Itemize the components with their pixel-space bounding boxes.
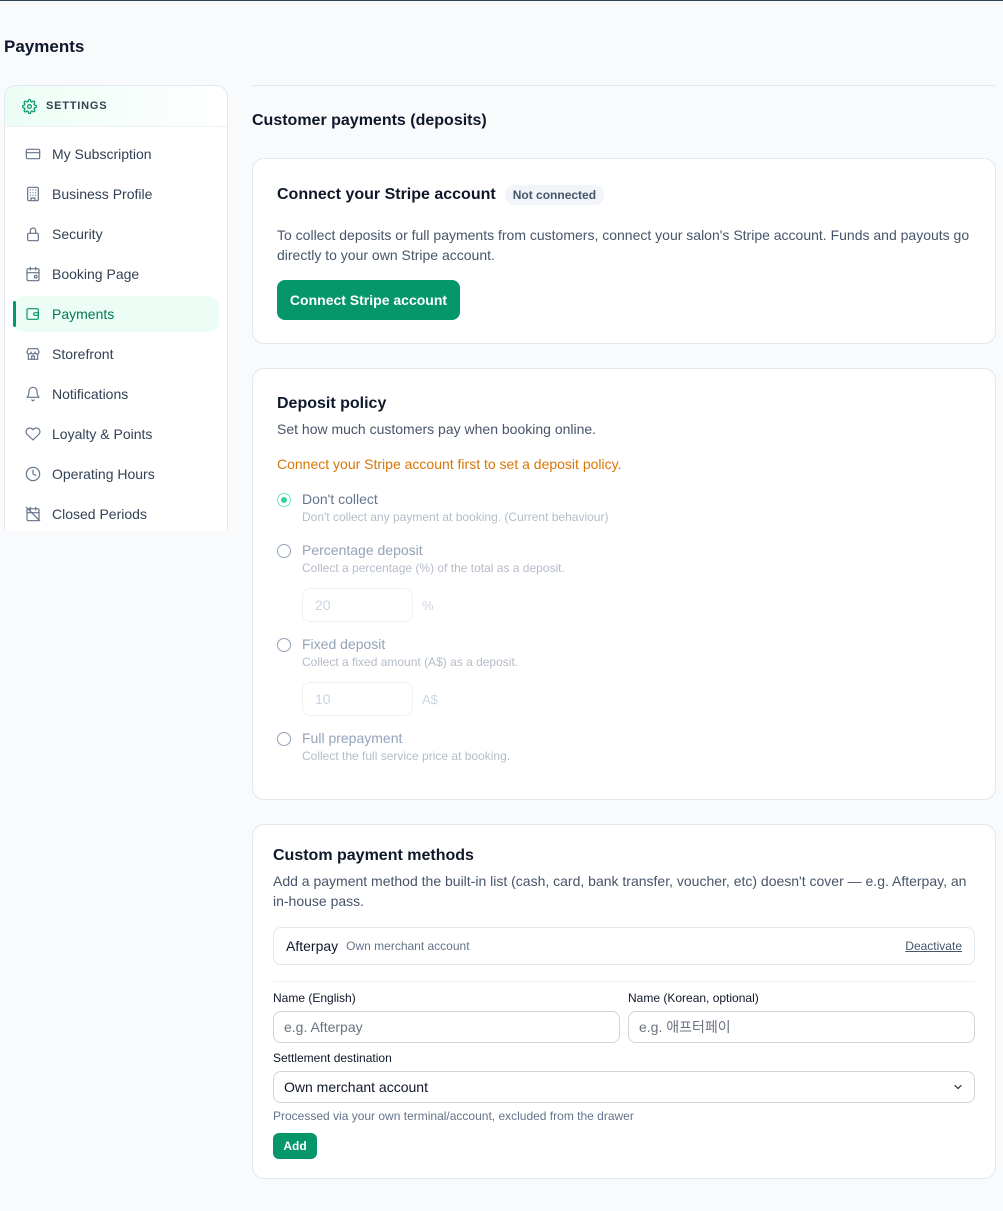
sidebar-item-label: Payments bbox=[52, 306, 115, 322]
deposit-card-title: Deposit policy bbox=[277, 395, 387, 412]
deposit-warning: Connect your Stripe account first to set… bbox=[277, 456, 622, 472]
connect-stripe-button[interactable]: Connect Stripe account bbox=[277, 280, 460, 320]
section-title: Customer payments (deposits) bbox=[252, 112, 487, 129]
radio-fixed-deposit[interactable] bbox=[277, 638, 291, 652]
custom-card-title: Custom payment methods bbox=[273, 847, 474, 864]
sidebar-item-my-subscription[interactable]: My Subscription bbox=[13, 136, 219, 172]
calendar-off-icon bbox=[25, 506, 41, 522]
percentage-unit: % bbox=[422, 597, 434, 613]
calendar-icon bbox=[25, 266, 41, 282]
settings-sidebar: SETTINGS My Subscription Business Profil… bbox=[4, 85, 228, 531]
sidebar-item-label: Operating Hours bbox=[52, 466, 155, 482]
name-fields-row: Name (English) Name (Korean, optional) bbox=[273, 991, 975, 1043]
fixed-amount-unit: A$ bbox=[422, 691, 438, 707]
deposit-subtitle: Set how much customers pay when booking … bbox=[277, 421, 597, 437]
sidebar-item-storefront[interactable]: Storefront bbox=[13, 336, 219, 372]
method-destination: Own merchant account bbox=[346, 939, 470, 953]
sidebar-item-loyalty-points[interactable]: Loyalty & Points bbox=[13, 416, 219, 452]
name-korean-input[interactable] bbox=[628, 1011, 975, 1043]
deactivate-link[interactable]: Deactivate bbox=[905, 939, 962, 953]
sidebar-item-label: Security bbox=[52, 226, 103, 242]
option-label: Don't collect bbox=[302, 491, 378, 507]
settlement-helper-text: Processed via your own terminal/account,… bbox=[273, 1109, 634, 1123]
method-name: Afterpay bbox=[286, 938, 339, 954]
option-description: Collect the full service price at bookin… bbox=[302, 749, 511, 763]
radio-full-prepayment[interactable] bbox=[277, 732, 291, 746]
store-icon bbox=[25, 346, 41, 362]
building-icon bbox=[25, 186, 41, 202]
radio-dont-collect[interactable] bbox=[277, 493, 291, 507]
clock-icon bbox=[25, 466, 41, 482]
settlement-select[interactable]: Own merchant account bbox=[273, 1071, 975, 1103]
top-border bbox=[0, 0, 1003, 1]
option-full-prepayment[interactable]: Full prepayment Collect the full service… bbox=[277, 730, 971, 763]
gear-icon bbox=[22, 98, 37, 114]
add-button[interactable]: Add bbox=[273, 1133, 317, 1159]
fixed-amount-input[interactable]: 10 bbox=[302, 682, 413, 716]
option-percentage-deposit[interactable]: Percentage deposit Collect a percentage … bbox=[277, 542, 971, 575]
stripe-card-title: Connect your Stripe account bbox=[277, 186, 496, 203]
name-english-label: Name (English) bbox=[273, 991, 356, 1005]
option-description: Don't collect any payment at booking. (C… bbox=[302, 510, 609, 524]
percentage-input[interactable]: 20 bbox=[302, 588, 413, 622]
sidebar-header-label: SETTINGS bbox=[46, 100, 108, 112]
bell-icon bbox=[25, 386, 41, 402]
sidebar-item-label: My Subscription bbox=[52, 146, 152, 162]
deposit-policy-card: Deposit policy Set how much customers pa… bbox=[252, 368, 996, 800]
chevron-down-icon bbox=[952, 1081, 964, 1093]
section-divider bbox=[252, 85, 995, 86]
heart-icon bbox=[25, 426, 41, 442]
sidebar-item-business-profile[interactable]: Business Profile bbox=[13, 176, 219, 212]
payment-method-row: Afterpay Own merchant account Deactivate bbox=[273, 927, 975, 965]
option-description: Collect a percentage (%) of the total as… bbox=[302, 561, 565, 575]
sidebar-item-label: Storefront bbox=[52, 346, 114, 362]
option-label: Full prepayment bbox=[302, 730, 403, 746]
sidebar-item-closed-periods[interactable]: Closed Periods bbox=[13, 496, 219, 532]
custom-payment-methods-card: Custom payment methods Add a payment met… bbox=[252, 824, 996, 1179]
sidebar-item-label: Loyalty & Points bbox=[52, 426, 153, 442]
fixed-amount-row: 10 A$ bbox=[302, 682, 971, 716]
sidebar-header: SETTINGS bbox=[5, 86, 227, 127]
sidebar-item-label: Closed Periods bbox=[52, 506, 147, 522]
sidebar-item-label: Notifications bbox=[52, 386, 129, 402]
sidebar-item-security[interactable]: Security bbox=[13, 216, 219, 252]
wallet-icon bbox=[25, 306, 41, 322]
stripe-description: To collect deposits or full payments fro… bbox=[277, 227, 970, 263]
name-english-input[interactable] bbox=[273, 1011, 620, 1043]
name-korean-label: Name (Korean, optional) bbox=[628, 991, 759, 1005]
status-badge: Not connected bbox=[504, 185, 605, 205]
custom-description: Add a payment method the built-in list (… bbox=[273, 873, 967, 909]
sidebar-item-payments[interactable]: Payments bbox=[13, 296, 219, 332]
sidebar-item-operating-hours[interactable]: Operating Hours bbox=[13, 456, 219, 492]
lock-icon bbox=[25, 226, 41, 242]
option-label: Percentage deposit bbox=[302, 542, 423, 558]
sidebar-item-label: Business Profile bbox=[52, 186, 153, 202]
stripe-connect-card: Connect your Stripe account Not connecte… bbox=[252, 158, 996, 344]
option-dont-collect[interactable]: Don't collect Don't collect any payment … bbox=[277, 491, 971, 524]
sidebar-item-notifications[interactable]: Notifications bbox=[13, 376, 219, 412]
sidebar-item-booking-page[interactable]: Booking Page bbox=[13, 256, 219, 292]
sidebar-nav: My Subscription Business Profile Securit… bbox=[5, 127, 227, 532]
sidebar-item-label: Booking Page bbox=[52, 266, 140, 282]
page-title: Payments bbox=[4, 37, 85, 56]
credit-card-icon bbox=[25, 146, 41, 162]
option-fixed-deposit[interactable]: Fixed deposit Collect a fixed amount (A$… bbox=[277, 636, 971, 669]
radio-percentage-deposit[interactable] bbox=[277, 544, 291, 558]
percentage-amount-row: 20 % bbox=[302, 588, 971, 622]
option-description: Collect a fixed amount (A$) as a deposit… bbox=[302, 655, 519, 669]
form-divider bbox=[273, 981, 975, 982]
settlement-label: Settlement destination bbox=[273, 1051, 392, 1065]
option-label: Fixed deposit bbox=[302, 636, 386, 652]
settlement-selected-value: Own merchant account bbox=[284, 1079, 428, 1095]
